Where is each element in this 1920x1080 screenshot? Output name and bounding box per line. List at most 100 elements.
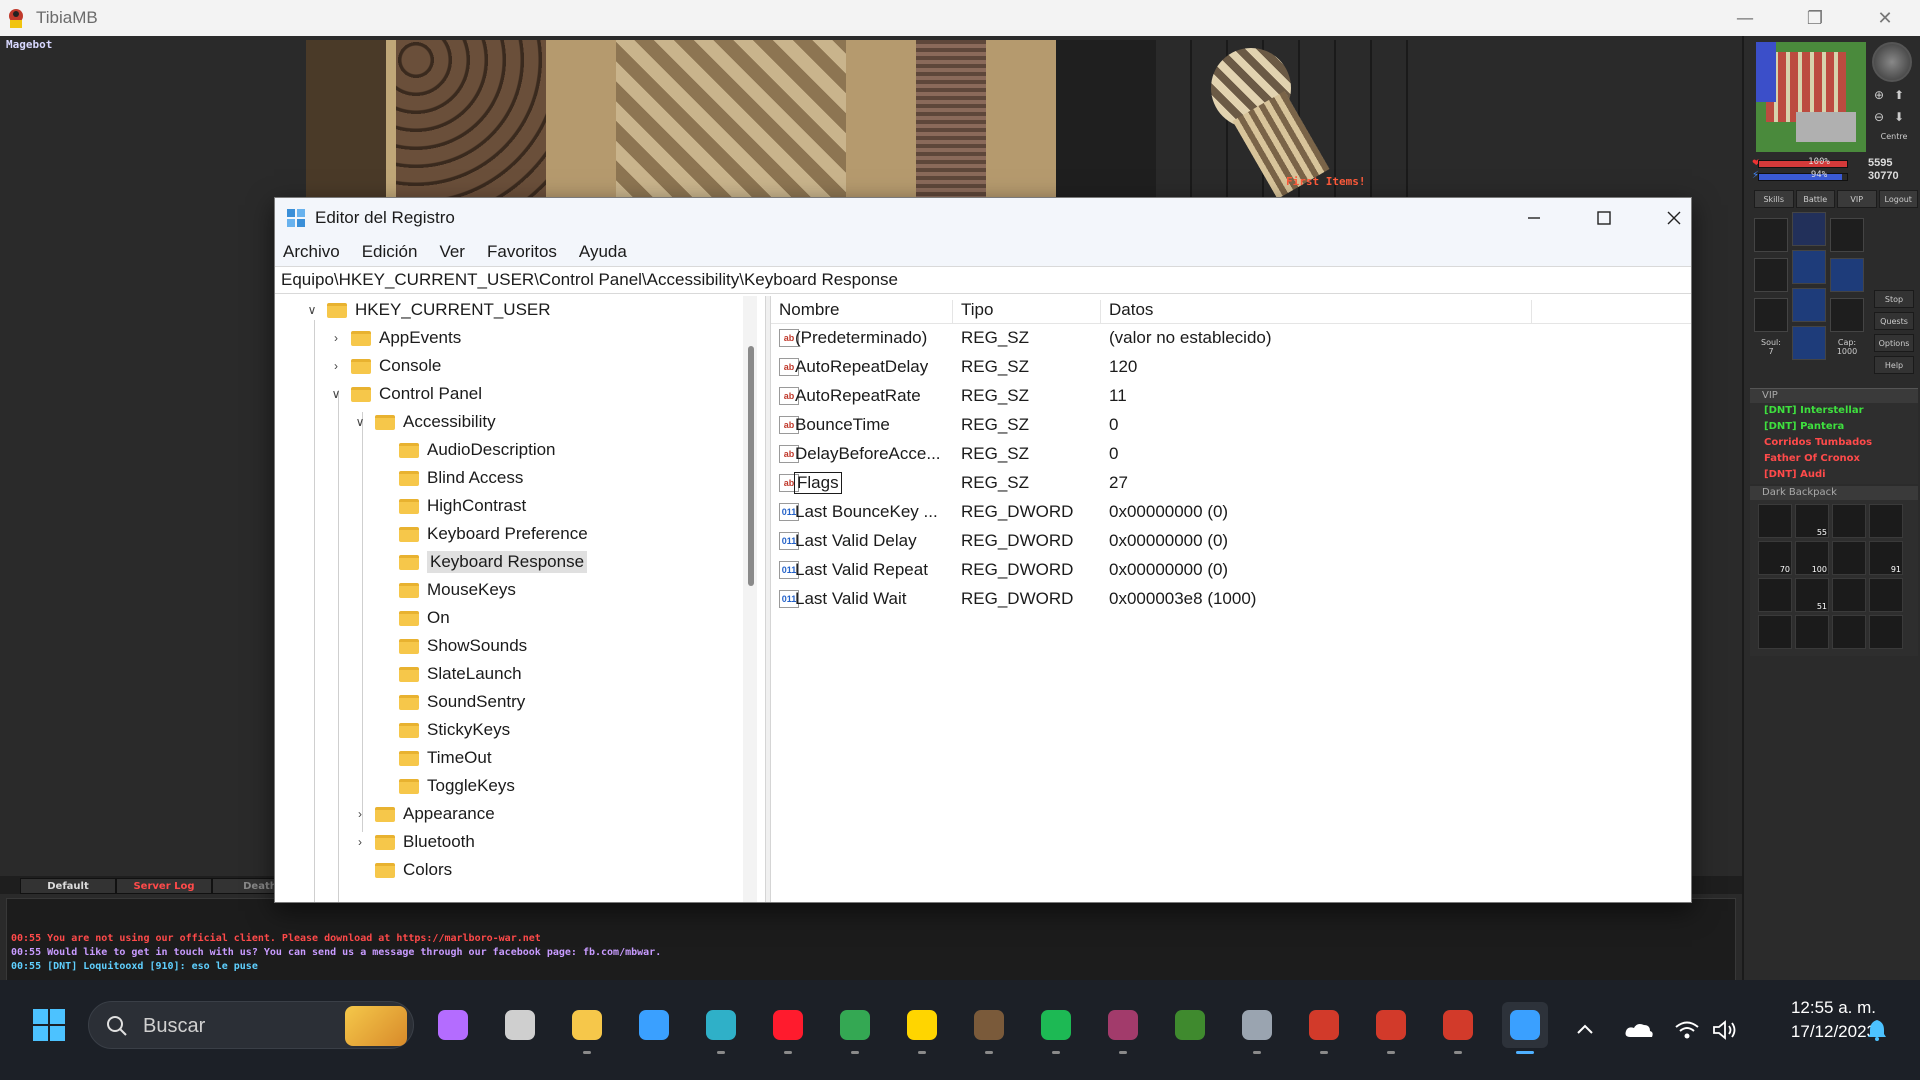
chevron-down-icon[interactable]: ∨	[353, 415, 367, 429]
tree-node[interactable]: On	[377, 606, 450, 630]
options-button[interactable]: Options	[1874, 334, 1914, 352]
tibia-icon-3[interactable]	[1435, 1002, 1481, 1054]
chat-tab-server-log[interactable]: Server Log	[116, 878, 212, 894]
tree-node[interactable]: ∨ Accessibility	[353, 410, 496, 434]
close-button[interactable]: ✕	[1850, 0, 1920, 36]
tray-chevron-icon[interactable]	[1574, 980, 1596, 1080]
game-view[interactable]: First Items!	[306, 40, 1436, 200]
quests-button[interactable]: Quests	[1874, 312, 1914, 330]
tree-node[interactable]: › Console	[329, 354, 441, 378]
tree-node[interactable]: Keyboard Preference	[377, 522, 588, 546]
backpack-slot[interactable]	[1795, 615, 1829, 649]
tree-node[interactable]: ∨ HKEY_CURRENT_USER	[305, 298, 551, 322]
store-icon[interactable]	[631, 1002, 677, 1048]
backpack-slot[interactable]	[1869, 578, 1903, 612]
column-header-tipo[interactable]: Tipo	[953, 300, 1101, 324]
tree-node[interactable]: › Appearance	[353, 802, 495, 826]
equip-slot-legs[interactable]	[1792, 288, 1826, 322]
zoom-out-icon[interactable]: ⊖	[1874, 110, 1890, 126]
zoom-in-icon[interactable]: ⊕	[1874, 88, 1890, 104]
regedit-maximize-button[interactable]	[1569, 198, 1639, 238]
vip-item[interactable]: [DNT] Pantera	[1750, 419, 1918, 435]
backpack-slot[interactable]	[1832, 504, 1866, 538]
vip-button[interactable]: VIP	[1837, 190, 1877, 208]
value-row[interactable]: 011 Last Valid Delay REG_DWORD 0x00000000 (…	[771, 527, 1691, 555]
battle-button[interactable]: Battle	[1795, 190, 1835, 208]
regedit-minimize-button[interactable]	[1499, 198, 1569, 238]
tree-node[interactable]: ShowSounds	[377, 634, 527, 658]
regedit-close-button[interactable]	[1639, 198, 1709, 238]
winrar-icon[interactable]	[1100, 1002, 1146, 1054]
vip-item[interactable]: [DNT] Audi	[1750, 467, 1918, 483]
chevron-right-icon[interactable]: ›	[353, 807, 367, 821]
taskbar-search[interactable]: Buscar	[88, 1001, 414, 1049]
value-row[interactable]: 011 Last Valid Wait REG_DWORD 0x000003e8 (1…	[771, 585, 1691, 613]
tree-node[interactable]: TimeOut	[377, 746, 492, 770]
address-bar[interactable]: Equipo\HKEY_CURRENT_USER\Control Panel\A…	[275, 266, 1691, 294]
chat-tab-default[interactable]: Default	[20, 878, 116, 894]
chevron-right-icon[interactable]: ›	[329, 359, 343, 373]
game-app-icon[interactable]	[1167, 1002, 1213, 1048]
minimap[interactable]	[1756, 42, 1866, 152]
vip-item[interactable]: Father Of Cronox	[1750, 451, 1918, 467]
value-row[interactable]: ab AutoRepeatDelay REG_SZ 120	[771, 353, 1691, 381]
value-row[interactable]: ab DelayBeforeAcce... REG_SZ 0	[771, 440, 1691, 468]
menu-archivo[interactable]: Archivo	[283, 242, 340, 262]
map-centre-button[interactable]: Centre	[1874, 132, 1914, 146]
tree-scrollbar[interactable]	[743, 296, 757, 902]
edge-icon[interactable]	[698, 1002, 744, 1054]
equip-slot-ammo[interactable]	[1830, 298, 1864, 332]
onedrive-icon[interactable]	[1624, 980, 1654, 1080]
sticky-notes-icon[interactable]	[899, 1002, 945, 1054]
spotify-icon[interactable]	[1033, 1002, 1079, 1054]
chrome-icon[interactable]	[832, 1002, 878, 1054]
backpack-slot[interactable]	[1869, 615, 1903, 649]
chevron-right-icon[interactable]: ›	[329, 331, 343, 345]
vip-item[interactable]: [DNT] Interstellar	[1750, 403, 1918, 419]
menu-ayuda[interactable]: Ayuda	[579, 242, 627, 262]
restore-button[interactable]: ❐	[1780, 0, 1850, 36]
equip-slot-shield[interactable]	[1830, 258, 1864, 292]
backpack-slot[interactable]: 91	[1869, 541, 1903, 575]
logout-button[interactable]: Logout	[1878, 190, 1918, 208]
equip-slot-helmet[interactable]	[1792, 212, 1826, 246]
column-header-datos[interactable]: Datos	[1101, 300, 1532, 324]
menu-favoritos[interactable]: Favoritos	[487, 242, 557, 262]
menu-edicion[interactable]: Edición	[362, 242, 418, 262]
value-row[interactable]: ab (Predeterminado) REG_SZ (valor no establ…	[771, 324, 1691, 352]
wifi-icon[interactable]	[1674, 980, 1700, 1080]
equip-slot-backpack[interactable]	[1830, 218, 1864, 252]
settings-icon[interactable]	[1234, 1002, 1280, 1054]
backpack-slot[interactable]: 70	[1758, 541, 1792, 575]
file-explorer-icon[interactable]	[564, 1002, 610, 1054]
tree-node[interactable]: SoundSentry	[377, 690, 525, 714]
tree-node[interactable]: ToggleKeys	[377, 774, 515, 798]
value-row[interactable]: ab Flags REG_SZ 27	[771, 469, 1691, 497]
tibia-icon-2[interactable]	[1368, 1002, 1414, 1054]
backpack-slot[interactable]	[1869, 504, 1903, 538]
value-row[interactable]: 011 Last BounceKey ... REG_DWORD 0x00000000…	[771, 498, 1691, 526]
tree-node[interactable]: Blind Access	[377, 466, 523, 490]
tibia-icon-1[interactable]	[1301, 1002, 1347, 1054]
equip-slot-amulet[interactable]	[1754, 218, 1788, 252]
value-row[interactable]: 011 Last Valid Repeat REG_DWORD 0x00000000 …	[771, 556, 1691, 584]
tree-scrollbar-thumb[interactable]	[748, 346, 754, 586]
equip-slot-armor[interactable]	[1792, 250, 1826, 284]
down-arrow-icon[interactable]: ⬇	[1894, 110, 1910, 126]
vip-item[interactable]: Corridos Tumbados	[1750, 435, 1918, 451]
chevron-right-icon[interactable]: ›	[353, 835, 367, 849]
tree-node[interactable]: HighContrast	[377, 494, 526, 518]
column-header-nombre[interactable]: Nombre	[771, 300, 953, 324]
taskbar-clock[interactable]: 12:55 a. m. 17/12/2023	[1756, 996, 1876, 1044]
tree-node[interactable]: AudioDescription	[377, 438, 556, 462]
menu-ver[interactable]: Ver	[439, 242, 465, 262]
tree-node[interactable]: ∨ Control Panel	[329, 382, 482, 406]
backpack-slot[interactable]	[1832, 541, 1866, 575]
copilot-icon[interactable]	[430, 1002, 476, 1048]
regedit-icon[interactable]	[1502, 1002, 1548, 1054]
tree-node[interactable]: StickyKeys	[377, 718, 510, 742]
tree-node[interactable]: › Bluetooth	[353, 830, 475, 854]
tree-node[interactable]: Colors	[353, 858, 452, 882]
backpack-slot[interactable]: 100	[1795, 541, 1829, 575]
backpack-slot[interactable]: 51	[1795, 578, 1829, 612]
